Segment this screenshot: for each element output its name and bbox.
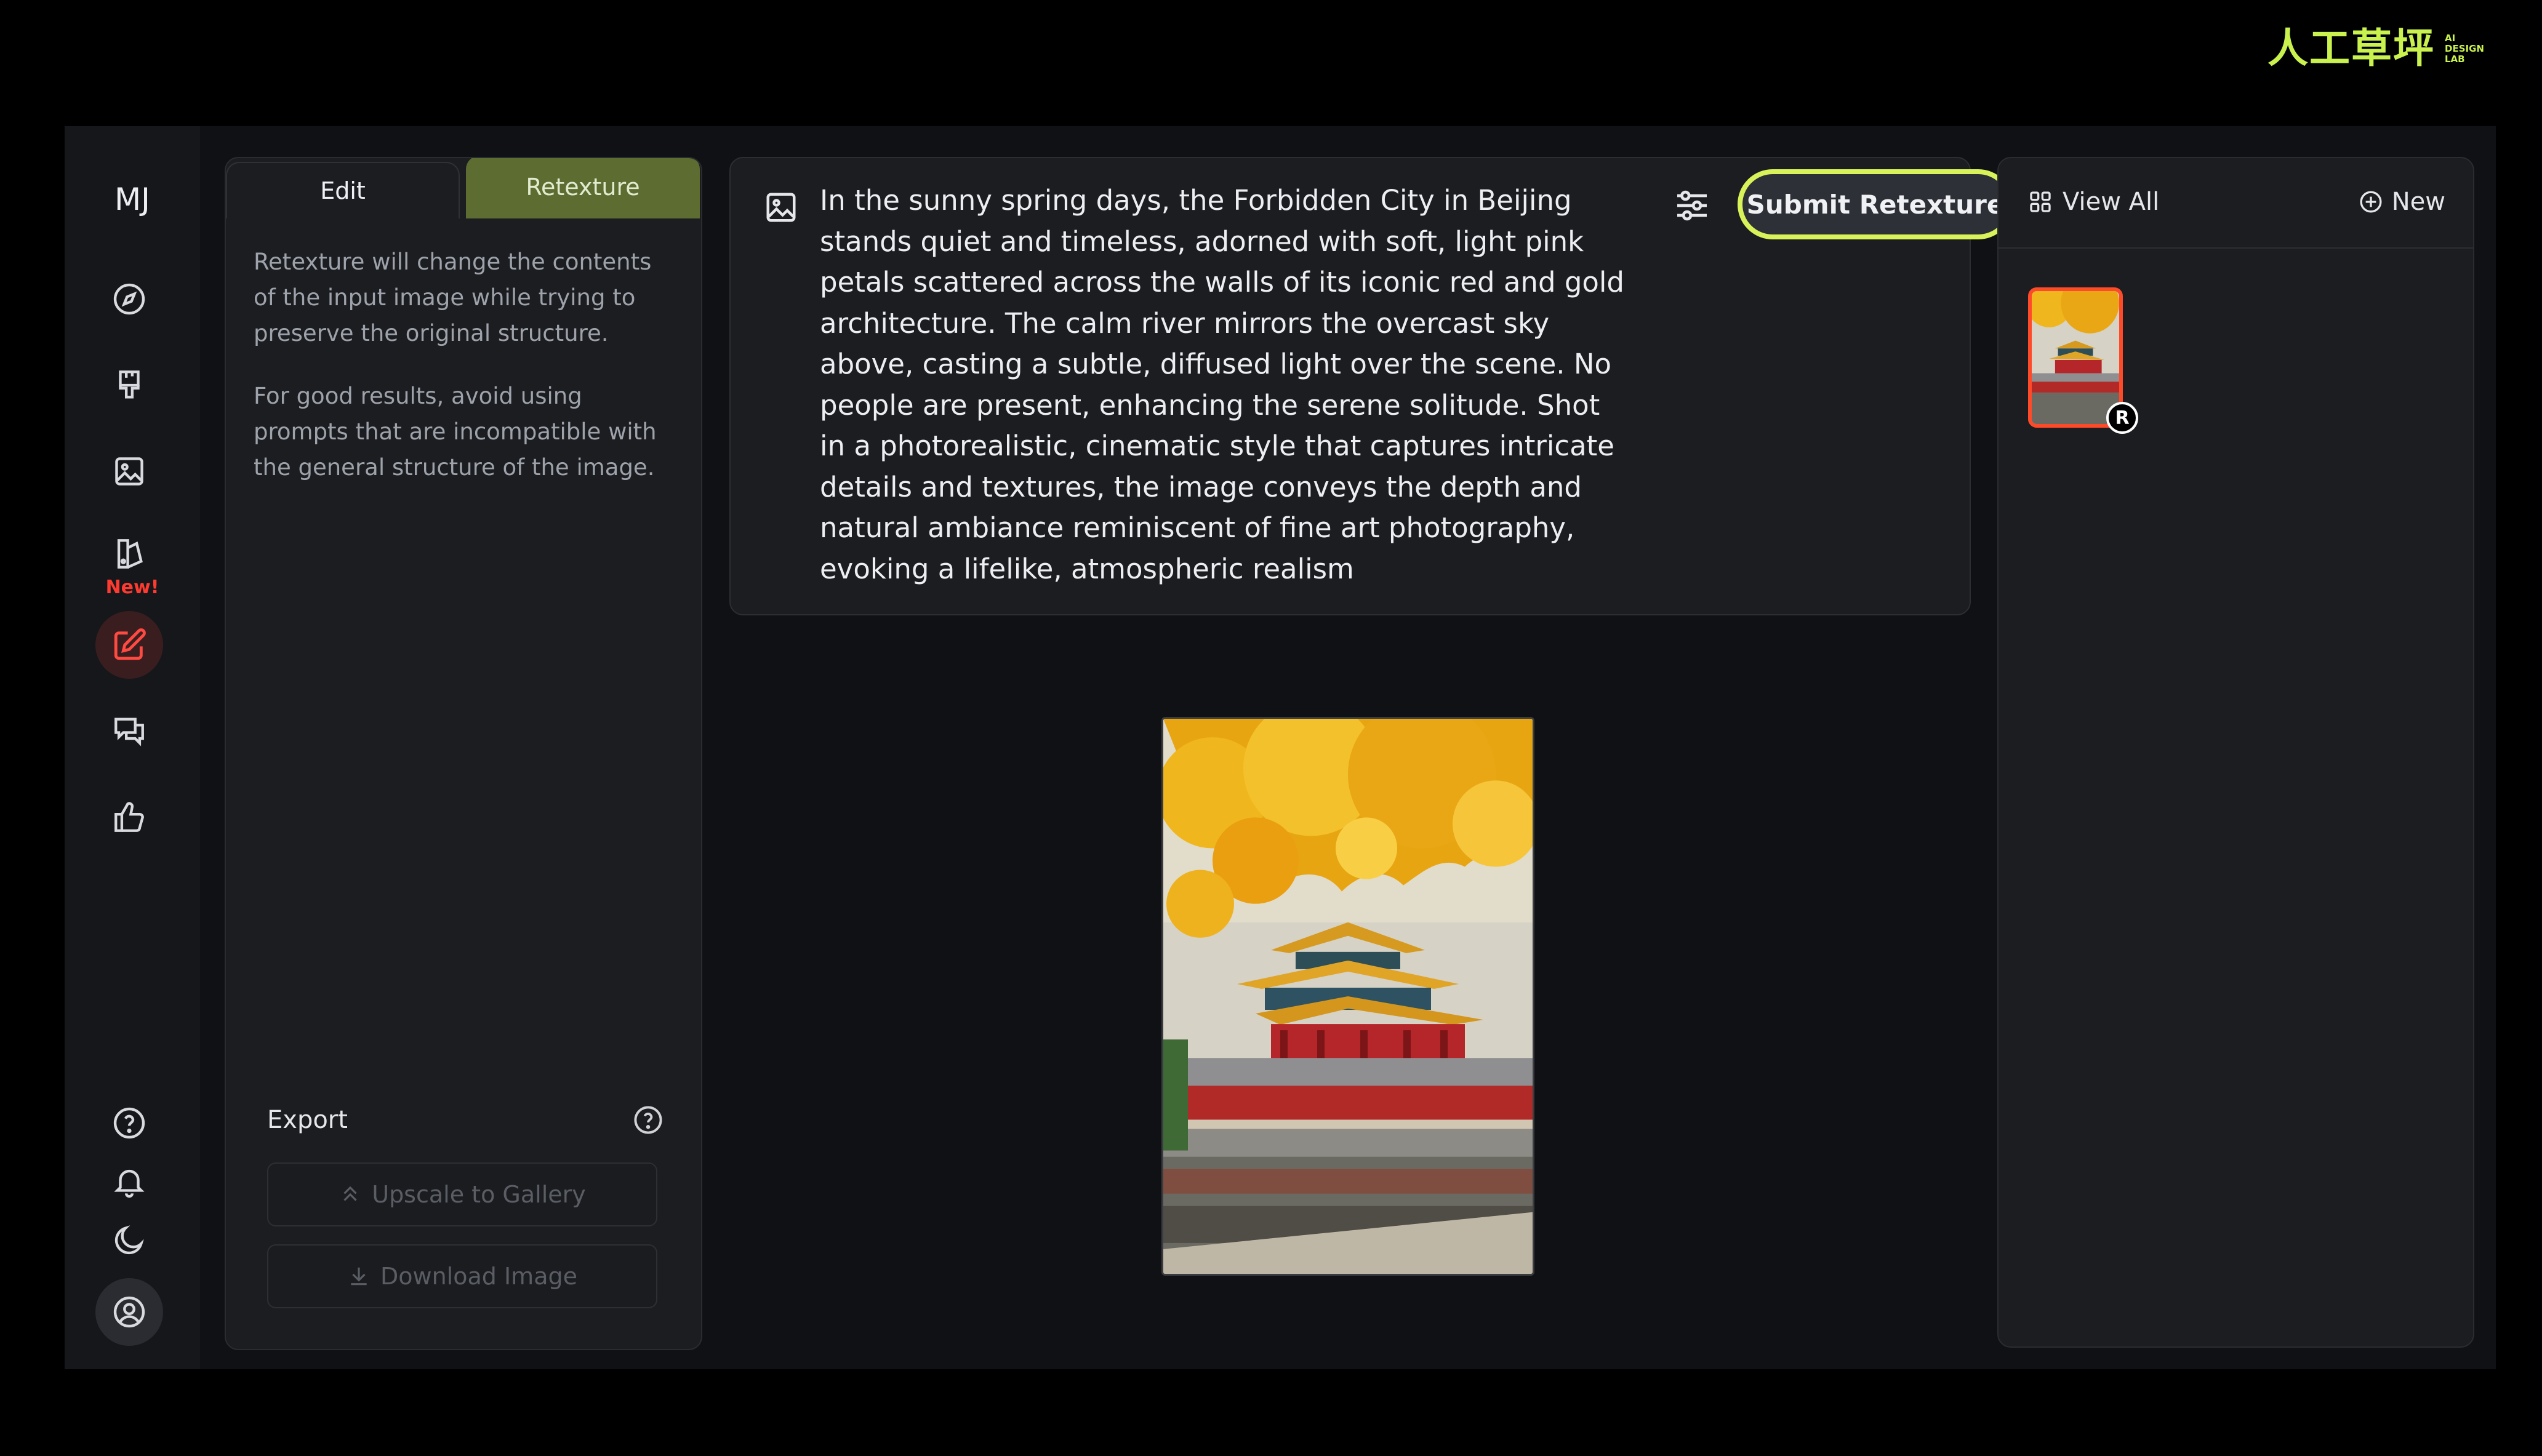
edit-icon[interactable] xyxy=(95,611,163,679)
brand-cn: 人工草坪 xyxy=(2267,25,2435,72)
history-panel: View All New R xyxy=(1997,157,2474,1348)
image-icon[interactable] xyxy=(95,438,163,505)
moon-icon[interactable] xyxy=(95,1206,163,1274)
submit-retexture-button[interactable]: Submit Retexture xyxy=(1738,169,2013,239)
new-label: New xyxy=(2391,188,2445,216)
history-header: View All New xyxy=(1999,158,2473,249)
upscale-label: Upscale to Gallery xyxy=(372,1181,586,1208)
brand-watermark: 人工草坪 AI DESIGN LAB xyxy=(2267,28,2500,69)
prompt-text[interactable]: In the sunny spring days, the Forbidden … xyxy=(820,180,1626,590)
export-label: Export xyxy=(267,1106,348,1134)
tab-retexture[interactable]: Retexture xyxy=(466,158,700,218)
app-logo[interactable]: MJ xyxy=(65,182,200,217)
settings-sliders-icon[interactable] xyxy=(1672,186,1712,225)
input-image-preview[interactable] xyxy=(1161,717,1534,1276)
chevrons-up-icon xyxy=(343,1186,357,1201)
new-badge: New! xyxy=(105,577,159,598)
new-button[interactable]: New xyxy=(2359,188,2445,216)
mode-tabs: Edit Retexture xyxy=(226,158,701,220)
prompt-card: In the sunny spring days, the Forbidden … xyxy=(729,157,2013,615)
help-icon[interactable] xyxy=(95,1089,163,1157)
paint-brush-icon[interactable] xyxy=(95,351,163,419)
retexture-description: Retexture will change the contents of th… xyxy=(254,244,678,513)
description-paragraph: For good results, avoid using prompts th… xyxy=(254,383,657,481)
help-icon[interactable] xyxy=(632,1104,664,1136)
brand-en-line: DESIGN xyxy=(2445,42,2484,54)
brand-en: AI DESIGN LAB xyxy=(2445,33,2500,65)
image-icon[interactable] xyxy=(763,189,800,226)
explore-icon[interactable] xyxy=(95,265,163,333)
view-all-label: View All xyxy=(2063,188,2160,216)
bell-icon[interactable] xyxy=(95,1148,163,1215)
brand-en-line: LAB xyxy=(2445,53,2465,65)
download-image-button[interactable]: Download Image xyxy=(267,1244,657,1308)
retexture-badge: R xyxy=(2106,402,2138,434)
download-icon xyxy=(351,1267,367,1286)
history-thumbnail[interactable] xyxy=(2028,287,2123,428)
grid-icon xyxy=(2030,191,2051,212)
app-window: MJ New! Edit Retexture Retexture will ch… xyxy=(65,126,2496,1369)
brand-en-line: AI xyxy=(2445,32,2456,44)
chat-icon[interactable] xyxy=(95,697,163,765)
user-icon[interactable] xyxy=(95,1278,163,1346)
sidebar-rail: MJ New! xyxy=(65,126,200,1369)
upscale-to-gallery-button[interactable]: Upscale to Gallery xyxy=(267,1162,657,1226)
download-label: Download Image xyxy=(380,1263,577,1290)
description-paragraph: Retexture will change the contents of th… xyxy=(254,249,652,346)
retexture-settings-panel: Edit Retexture Retexture will change the… xyxy=(225,157,702,1350)
view-all-button[interactable]: View All xyxy=(2028,188,2159,216)
tab-edit[interactable]: Edit xyxy=(226,162,460,218)
plus-circle-icon xyxy=(2360,191,2382,213)
thumbs-up-icon[interactable] xyxy=(95,783,163,851)
